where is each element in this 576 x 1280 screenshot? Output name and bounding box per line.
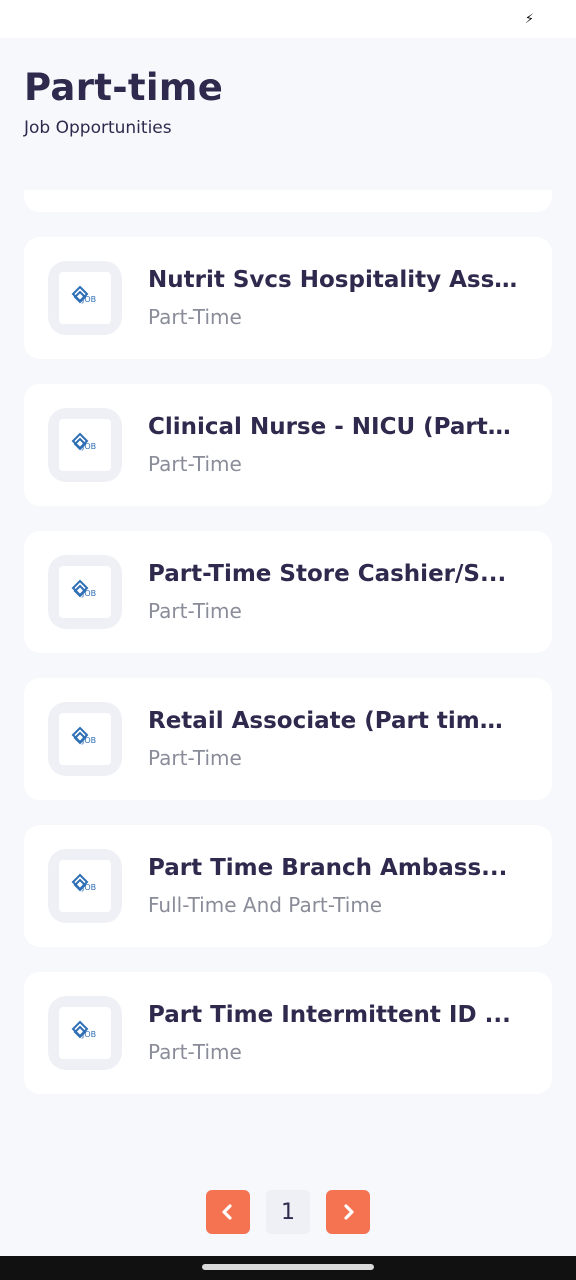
job-logo-icon: JOB [59,1007,111,1059]
job-logo-icon: JOB [59,566,111,618]
job-logo-container: JOB [48,555,122,629]
job-logo-container: JOB [48,702,122,776]
svg-text:JOB: JOB [81,1030,96,1039]
job-card[interactable]: JOB Part Time Branch Ambass... Full-Time A… [24,825,552,947]
page-header: Part-time Job Opportunities [0,38,576,190]
job-type: Part-Time [148,746,242,770]
job-logo-container: JOB [48,849,122,923]
job-card[interactable]: JOB Retail Associate (Part time... Part-Ti… [24,678,552,800]
status-bar: ⚡ [0,0,576,38]
job-logo-icon: JOB [59,860,111,912]
job-title: Nutrit Svcs Hospitality Ass... [148,267,518,293]
job-logo-container: JOB [48,996,122,1070]
job-type: Part-Time [148,599,242,623]
svg-text:JOB: JOB [81,589,96,598]
job-type: Full-Time And Part-Time [148,893,383,917]
svg-text:JOB: JOB [81,883,96,892]
page-title: Part-time [24,66,224,109]
job-title: Clinical Nurse - NICU (Part ... [148,414,518,440]
job-card[interactable]: JOB Part Time Intermittent ID ... Part-Tim… [24,972,552,1094]
job-title: Part Time Branch Ambass... [148,855,508,881]
home-gesture-handle[interactable] [202,1264,374,1270]
job-logo-container: JOB [48,261,122,335]
svg-text:JOB: JOB [81,442,96,451]
job-card[interactable]: JOB Nutrit Svcs Hospitality Ass... Part-Ti… [24,237,552,359]
job-logo-icon: JOB [59,419,111,471]
svg-text:JOB: JOB [81,736,96,745]
job-logo-icon: JOB [59,713,111,765]
job-card[interactable]: JOB Part-Time Store Cashier/S... Part-Time [24,531,552,653]
job-logo-icon: JOB [59,272,111,324]
job-title: Retail Associate (Part time... [148,708,518,734]
job-title: Part Time Intermittent ID ... [148,1002,511,1028]
page-subtitle: Job Opportunities [24,118,172,138]
job-logo-container: JOB [48,408,122,482]
chevron-right-icon [344,1204,354,1220]
job-card[interactable]: JOB Clinical Nurse - NICU (Part ... Part-T… [24,384,552,506]
svg-text:JOB: JOB [81,295,96,304]
job-card[interactable]: JOBFront Desk Agent - Part Ti...Part-Tim… [24,190,552,212]
next-page-button[interactable] [326,1190,370,1234]
previous-page-button[interactable] [206,1190,250,1234]
job-type: Part-Time [148,452,242,476]
chevron-left-icon [222,1204,232,1220]
job-list-viewport[interactable]: JOBFront Desk Agent - Part Ti...Part-Tim… [0,190,576,1180]
current-page-number[interactable]: 1 [266,1190,310,1234]
pagination: 1 [0,1190,576,1234]
system-navigation-bar [0,1256,576,1280]
job-type: Part-Time [148,305,242,329]
job-type: Part-Time [148,1040,242,1064]
job-title: Part-Time Store Cashier/S... [148,561,507,587]
charging-bolt-icon: ⚡ [524,12,534,27]
